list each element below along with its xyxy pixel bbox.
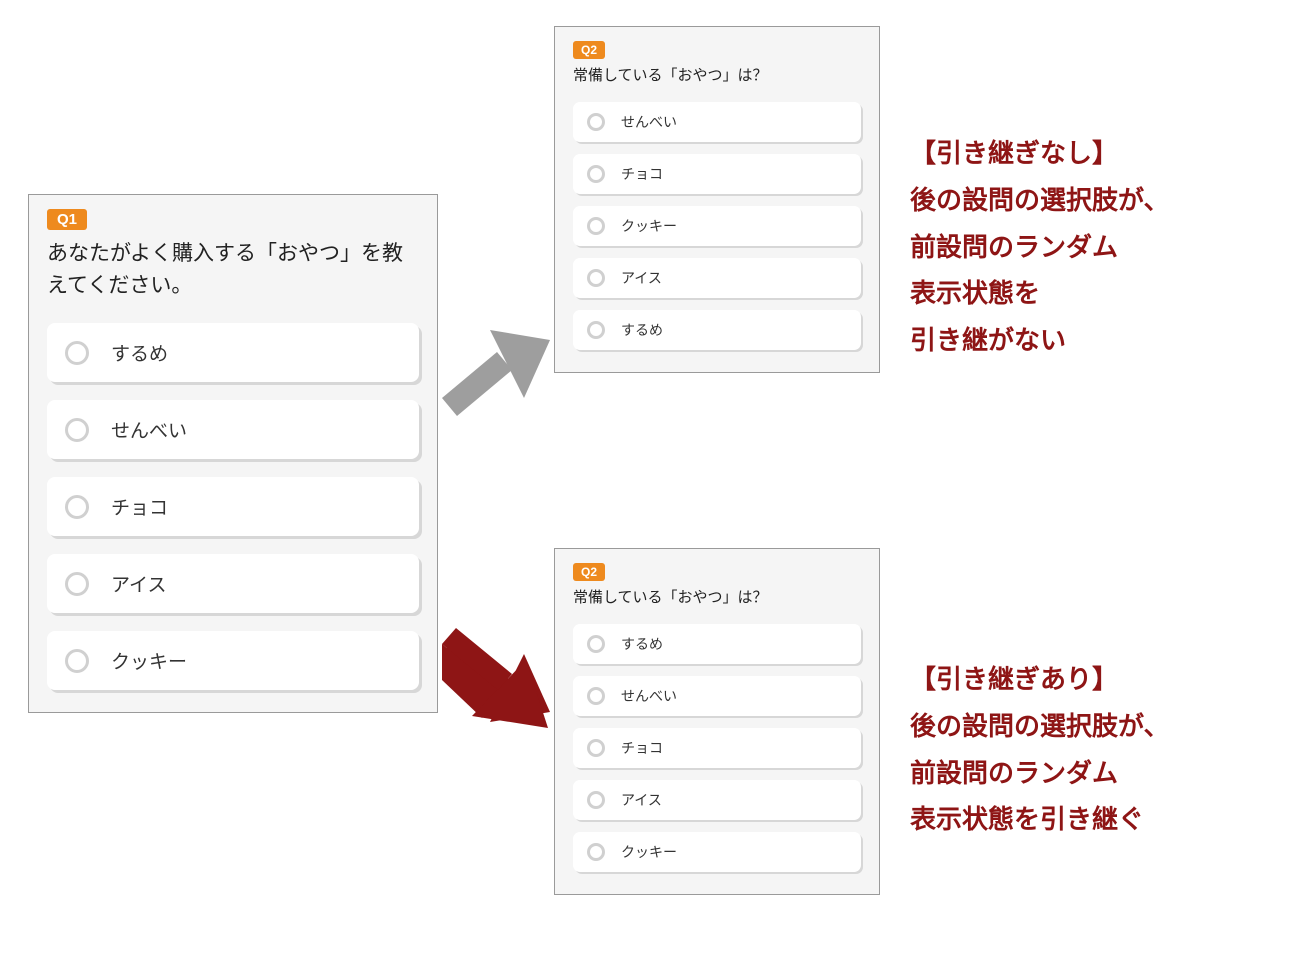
q2-no-option-label: アイス [621,268,662,288]
q2-no-option[interactable]: せんべい [573,102,861,142]
caption-yes-title: 【引き継ぎあり】 [910,656,1169,703]
q2-no-option-label: するめ [621,320,663,340]
q1-text: あなたがよく購入する「おやつ」を教えてください。 [47,238,419,301]
radio-icon [587,843,605,861]
q1-option-label: チョコ [111,493,168,520]
caption-no-inherit: 【引き継ぎなし】 後の設問の選択肢が、 前設問のランダム 表示状態を 引き継がな… [910,130,1169,364]
caption-no-line: 表示状態を [910,270,1169,317]
radio-icon [65,341,89,365]
caption-yes-line: 前設問のランダム [910,750,1169,797]
radio-icon [587,635,605,653]
radio-icon [587,217,605,235]
q2-yes-option[interactable]: クッキー [573,832,861,872]
caption-no-line: 前設問のランダム [910,224,1169,271]
radio-icon [587,165,605,183]
q2-yes-option-label: チョコ [621,738,663,758]
diagram-stage: Q1 あなたがよく購入する「おやつ」を教えてください。 するめ せんべい チョコ… [0,0,1300,975]
q2-no-inherit-card: Q2 常備している「おやつ」は？ せんべい チョコ クッキー アイス するめ [554,26,880,373]
q1-option[interactable]: アイス [47,554,419,613]
q2-yes-option[interactable]: するめ [573,624,861,664]
caption-yes-line: 表示状態を引き継ぐ [910,796,1169,843]
arrow-inherit-icon [442,620,554,742]
radio-icon [65,495,89,519]
caption-no-line: 引き継がない [910,317,1169,364]
q1-option[interactable]: するめ [47,323,419,382]
q2-no-option[interactable]: アイス [573,258,861,298]
q2-yes-option-label: クッキー [621,842,677,862]
q1-option-label: せんべい [111,416,187,443]
q2-no-option[interactable]: チョコ [573,154,861,194]
q2-no-option-list: せんべい チョコ クッキー アイス するめ [573,102,861,350]
caption-yes-line: 後の設問の選択肢が、 [910,703,1169,750]
q2-yes-option-label: アイス [621,790,662,810]
q1-option-list: するめ せんべい チョコ アイス クッキー [47,323,419,690]
q2-no-text: 常備している「おやつ」は？ [573,65,861,86]
radio-icon [587,739,605,757]
q1-card: Q1 あなたがよく購入する「おやつ」を教えてください。 するめ せんべい チョコ… [28,194,438,713]
caption-no-line: 後の設問の選択肢が、 [910,177,1169,224]
q2-yes-option[interactable]: せんべい [573,676,861,716]
q2-yes-text: 常備している「おやつ」は？ [573,587,861,608]
q1-option-label: するめ [111,339,168,366]
q2-no-option-label: チョコ [621,164,663,184]
q2-no-option[interactable]: するめ [573,310,861,350]
radio-icon [587,321,605,339]
caption-inherit: 【引き継ぎあり】 後の設問の選択肢が、 前設問のランダム 表示状態を引き継ぐ [910,656,1169,843]
q2-no-option-label: せんべい [621,112,677,132]
caption-no-title: 【引き継ぎなし】 [910,130,1169,177]
q1-option[interactable]: せんべい [47,400,419,459]
q1-option[interactable]: クッキー [47,631,419,690]
q2-yes-option[interactable]: アイス [573,780,861,820]
radio-icon [587,791,605,809]
q2-yes-tag: Q2 [573,563,605,581]
q1-option[interactable]: チョコ [47,477,419,536]
q1-tag: Q1 [47,209,87,230]
q2-yes-option-label: せんべい [621,686,677,706]
q2-no-option[interactable]: クッキー [573,206,861,246]
radio-icon [65,418,89,442]
radio-icon [587,113,605,131]
q1-option-label: アイス [111,570,166,597]
q2-yes-option[interactable]: チョコ [573,728,861,768]
radio-icon [587,687,605,705]
radio-icon [65,649,89,673]
q2-yes-option-list: するめ せんべい チョコ アイス クッキー [573,624,861,872]
q2-no-option-label: クッキー [621,216,677,236]
radio-icon [65,572,89,596]
q1-option-label: クッキー [111,647,187,674]
arrow-no-inherit-icon [442,318,554,440]
q2-yes-option-label: するめ [621,634,663,654]
q2-inherit-card: Q2 常備している「おやつ」は？ するめ せんべい チョコ アイス クッキー [554,548,880,895]
radio-icon [587,269,605,287]
q2-no-tag: Q2 [573,41,605,59]
